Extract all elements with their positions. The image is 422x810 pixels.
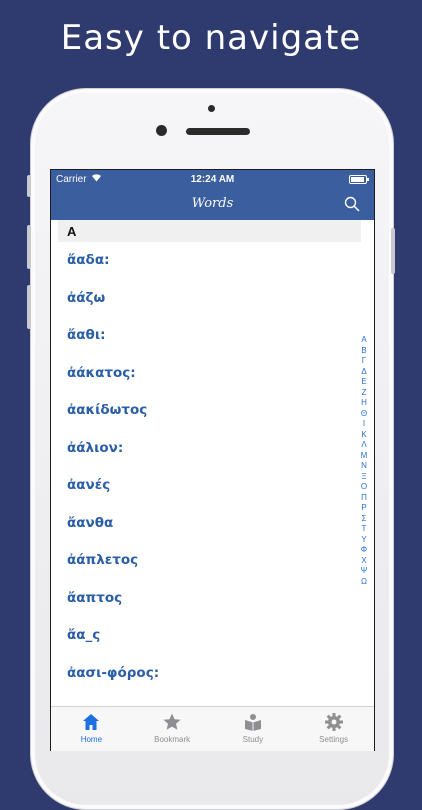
index-letter[interactable]: Φ	[361, 545, 367, 556]
tab-bookmark[interactable]: Bookmark	[132, 707, 213, 751]
index-letter[interactable]: Μ	[361, 451, 368, 462]
alphabet-index[interactable]: ΑΒΓΔΕΖΗΘΙΚΛΜΝΞΟΠΡΣΤΥΦΧΨΩ	[358, 335, 370, 587]
tab-bar: Home Bookmark Study Settings	[51, 706, 374, 751]
app-screen: Carrier 12:24 AM Words A ἄαδα: ἀάζω ἄαθι: ἀ…	[50, 169, 375, 751]
tab-study[interactable]: Study	[213, 707, 294, 751]
word-list-item[interactable]: ἄαπτος	[51, 580, 374, 618]
tab-settings[interactable]: Settings	[293, 707, 374, 751]
index-letter[interactable]: Ν	[361, 461, 367, 472]
battery-icon	[349, 175, 369, 184]
word-list-item[interactable]: ἀάπλετος	[51, 542, 374, 580]
word-list-item[interactable]: ἄανθα	[51, 505, 374, 543]
volume-down-button	[27, 285, 31, 329]
word-list-item[interactable]: ἀάκατος:	[51, 355, 374, 393]
status-bar: Carrier 12:24 AM	[51, 170, 374, 190]
index-letter[interactable]: Η	[361, 398, 367, 409]
volume-up-button	[27, 225, 31, 269]
power-button	[391, 228, 395, 274]
index-letter[interactable]: Ξ	[361, 472, 366, 483]
promo-title: Easy to navigate	[60, 18, 362, 58]
index-letter[interactable]: Θ	[361, 409, 367, 420]
index-letter[interactable]: Σ	[362, 514, 367, 525]
index-letter[interactable]: Δ	[361, 367, 366, 378]
front-camera	[156, 125, 167, 136]
section-header: A	[58, 220, 361, 242]
nav-title: Words	[191, 196, 234, 211]
gear-icon	[324, 713, 343, 731]
word-list-item[interactable]: ἄαθι:	[51, 317, 374, 355]
index-letter[interactable]: Π	[361, 493, 367, 504]
index-letter[interactable]: Β	[361, 346, 366, 357]
word-list-item[interactable]: ἀάζω	[51, 280, 374, 318]
search-icon[interactable]	[344, 196, 360, 212]
tab-label: Home	[80, 735, 103, 744]
star-icon	[163, 713, 181, 730]
word-list-item[interactable]: ἄα_ς	[51, 617, 374, 655]
navigation-bar: Words	[51, 190, 374, 220]
index-letter[interactable]: Ε	[361, 377, 366, 388]
word-list-item[interactable]: ἀασι-φόρος:	[51, 655, 374, 693]
index-letter[interactable]: Α	[361, 335, 366, 346]
home-icon	[83, 714, 100, 730]
word-list-item[interactable]: ἀανές	[51, 467, 374, 505]
index-letter[interactable]: Χ	[361, 556, 366, 567]
index-letter[interactable]: Υ	[361, 535, 366, 546]
word-list-item[interactable]: ἀάλιον:	[51, 430, 374, 468]
mute-switch	[27, 175, 31, 197]
tab-label: Study	[242, 735, 264, 744]
word-list[interactable]: A ἄαδα: ἀάζω ἄαθι: ἀάκατος: ἀακίδωτος ἀάλιον:…	[51, 220, 374, 707]
index-letter[interactable]: Γ	[362, 356, 366, 367]
status-time: 12:24 AM	[190, 174, 235, 185]
index-letter[interactable]: Τ	[362, 524, 367, 535]
tab-home[interactable]: Home	[51, 707, 132, 751]
index-letter[interactable]: Ρ	[361, 503, 366, 514]
word-list-item[interactable]: ἄαδα:	[51, 242, 374, 280]
proximity-sensor	[208, 105, 215, 112]
index-letter[interactable]: Ο	[361, 482, 367, 493]
tab-label: Bookmark	[154, 735, 191, 744]
index-letter[interactable]: Ψ	[361, 566, 368, 577]
earpiece-speaker	[186, 128, 250, 135]
index-letter[interactable]: Ω	[361, 577, 367, 588]
word-list-item[interactable]: ἀακίδωτος	[51, 392, 374, 430]
index-letter[interactable]: Κ	[361, 430, 366, 441]
index-letter[interactable]: Ι	[363, 419, 365, 430]
index-letter[interactable]: Ζ	[362, 388, 367, 399]
study-icon	[244, 714, 261, 731]
index-letter[interactable]: Λ	[361, 440, 366, 451]
tab-label: Settings	[319, 735, 349, 744]
